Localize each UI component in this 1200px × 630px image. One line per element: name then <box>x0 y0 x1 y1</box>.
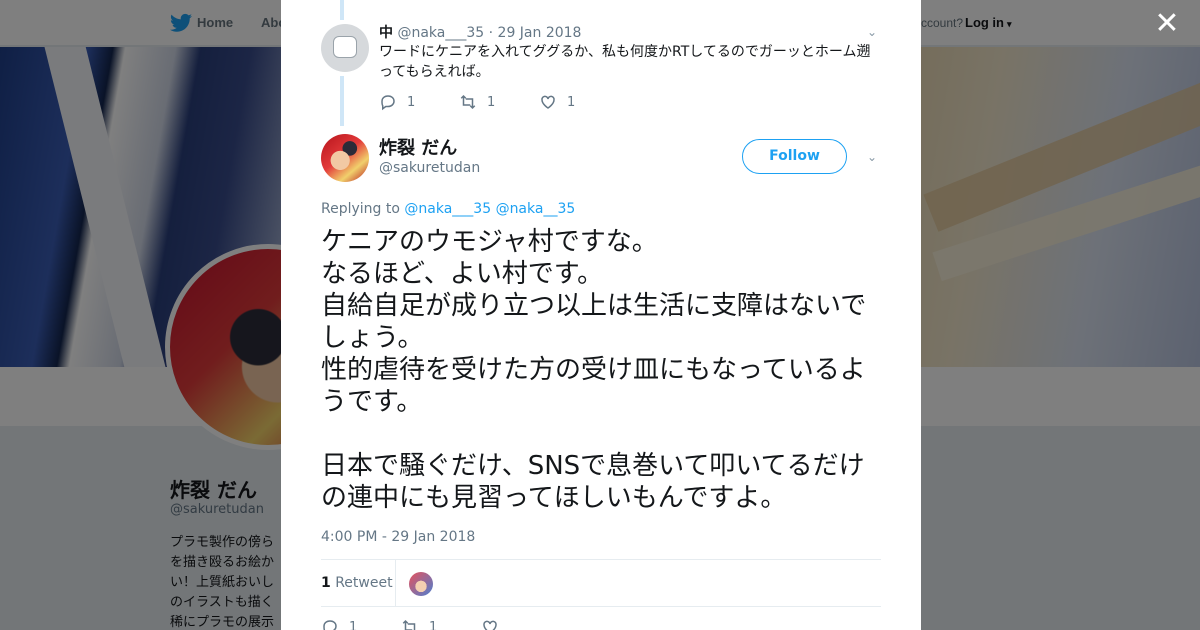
retweet-button[interactable]: 1 <box>459 93 539 111</box>
reply-author-avatar[interactable] <box>321 24 369 72</box>
reply-button[interactable]: 1 <box>379 93 459 111</box>
tweet-text: ケニアのウモジャ村ですな。 なるほど、よい村です。 自給自足が成り立つ以上は生活… <box>321 227 867 513</box>
reply-author-name[interactable]: 中 <box>379 25 393 41</box>
retweet-stat[interactable]: 1 Retweet <box>321 575 393 591</box>
reply-button[interactable]: 1 <box>321 618 401 630</box>
close-icon[interactable]: ✕ <box>1153 9 1181 39</box>
retweet-icon <box>460 94 476 110</box>
heart-icon <box>483 620 497 630</box>
reply-count: 1 <box>349 619 358 630</box>
tweet-stats: 1 Retweet <box>321 559 881 607</box>
thread-connector <box>340 76 344 126</box>
reply-author-handle[interactable]: @naka___35 <box>397 25 484 41</box>
replying-prefix: Replying to <box>321 201 400 217</box>
like-button[interactable]: 1 <box>539 93 619 111</box>
reply-icon <box>323 620 337 630</box>
author-avatar[interactable] <box>321 134 369 182</box>
chevron-down-icon[interactable]: ⌄ <box>867 151 879 163</box>
like-button[interactable] <box>481 618 561 630</box>
retweet-count: 1 <box>429 619 438 630</box>
retweet-button[interactable]: 1 <box>401 618 481 630</box>
reply-tweet-text: ワードにケニアを入れてググるか、私も何度かRTしてるのでガーッとホーム遡ってもら… <box>379 44 871 80</box>
reply-header: 中 @naka___35 · 29 Jan 2018 <box>379 22 581 42</box>
reply-icon <box>381 95 395 111</box>
follow-button[interactable]: Follow <box>742 139 847 174</box>
mention-link[interactable]: @naka___35 <box>404 201 491 217</box>
retweet-stat-count: 1 <box>321 575 331 591</box>
replying-to: Replying to @naka___35 @naka__35 <box>321 201 575 217</box>
tweet-modal: 中 @naka___35 · 29 Jan 2018 ⌄ ワードにケニアを入れて… <box>281 0 921 630</box>
retweeter-avatar[interactable] <box>409 572 433 596</box>
dot-separator: · <box>488 25 494 41</box>
tweet-timestamp[interactable]: 4:00 PM - 29 Jan 2018 <box>321 529 475 545</box>
reply-count: 1 <box>407 94 416 110</box>
heart-icon <box>541 95 555 109</box>
reply-tweet-actions: 1 1 1 <box>379 92 619 112</box>
reply-date[interactable]: 29 Jan 2018 <box>498 25 582 41</box>
like-count: 1 <box>567 94 576 110</box>
retweet-icon <box>402 619 416 630</box>
author-handle[interactable]: @sakuretudan <box>379 160 480 176</box>
retweet-count: 1 <box>487 94 496 110</box>
tweet-actions: 1 1 <box>321 618 561 630</box>
stats-divider <box>395 560 396 606</box>
thread-connector <box>340 0 344 20</box>
mention-link[interactable]: @naka__35 <box>496 201 576 217</box>
author-name[interactable]: 炸裂 だん <box>379 134 457 160</box>
retweet-stat-label: Retweet <box>335 575 393 591</box>
chevron-down-icon[interactable]: ⌄ <box>867 26 879 38</box>
